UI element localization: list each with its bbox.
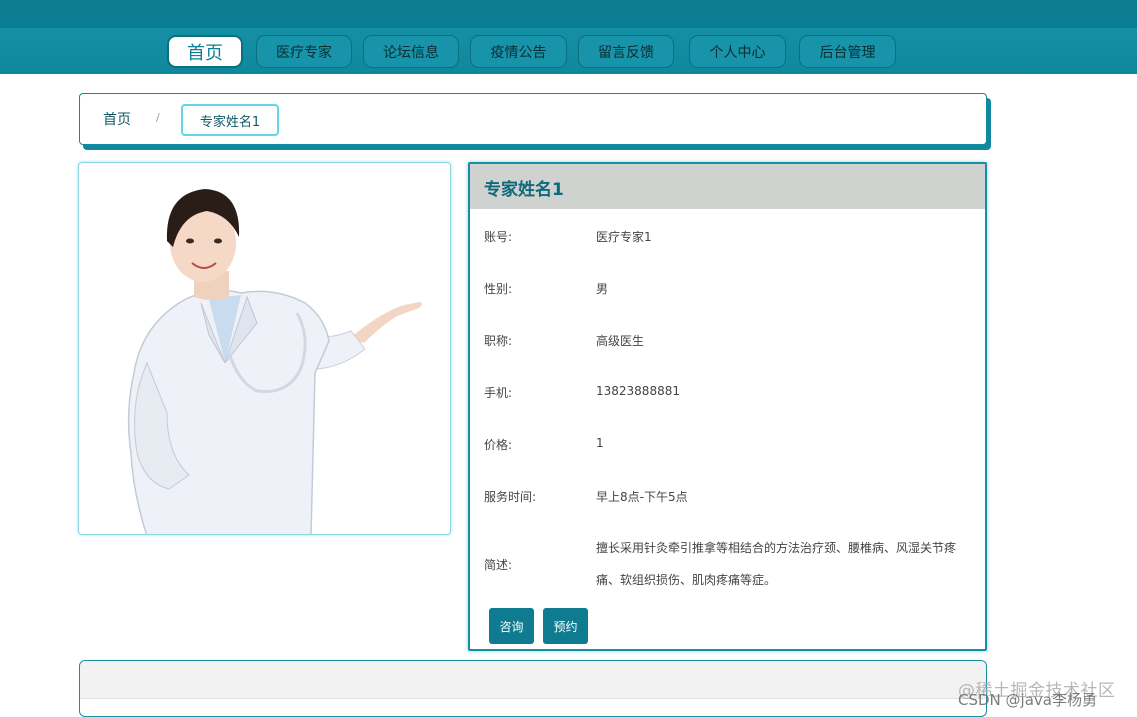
nav-admin[interactable]: 后台管理 [799, 35, 896, 68]
field-value-gender: 男 [596, 282, 609, 296]
breadcrumb-current: 专家姓名1 [181, 104, 279, 136]
nav-medical-experts[interactable]: 医疗专家 [256, 35, 352, 68]
field-value-description: 擅长采用针灸牵引推拿等相结合的方法治疗颈、腰椎病、风湿关节疼痛、软组织损伤、肌肉… [596, 541, 957, 587]
footer-inner [80, 661, 986, 699]
nav-home[interactable]: 首页 [167, 35, 243, 68]
book-button[interactable]: 预约 [543, 608, 588, 644]
field-value-phone: 13823888881 [596, 384, 680, 398]
doctor-illustration [127, 189, 422, 534]
expert-name-title: 专家姓名1 [484, 180, 564, 200]
detail-header: 专家姓名1 [470, 164, 985, 209]
footer [79, 660, 987, 717]
breadcrumb-separator: / [156, 111, 160, 124]
watermark-csdn: CSDN @java李杨勇 [958, 691, 1097, 709]
nav-personal-center[interactable]: 个人中心 [689, 35, 786, 68]
consult-button[interactable]: 咨询 [489, 608, 534, 644]
page: 首页 医疗专家 论坛信息 疫情公告 留言反馈 个人中心 后台管理 首页 / 专家… [0, 0, 1137, 717]
field-label-title: 职称: [484, 334, 513, 348]
top-strip [0, 0, 1137, 28]
expert-detail-card: 专家姓名1 账号: 医疗专家1 性别: 男 职称: 高级医生 手机: 13823… [468, 162, 987, 651]
field-label-description: 简述: [484, 558, 513, 572]
top-nav-bar: 首页 医疗专家 论坛信息 疫情公告 留言反馈 个人中心 后台管理 [0, 28, 1137, 74]
field-label-service-time: 服务时间: [484, 490, 537, 504]
expert-photo [78, 162, 451, 535]
field-label-account: 账号: [484, 230, 513, 244]
nav-feedback[interactable]: 留言反馈 [578, 35, 674, 68]
breadcrumb: 首页 / 专家姓名1 [79, 93, 987, 145]
nav-forum[interactable]: 论坛信息 [363, 35, 459, 68]
breadcrumb-home[interactable]: 首页 [103, 109, 131, 129]
field-label-phone: 手机: [484, 386, 513, 400]
field-label-gender: 性别: [484, 282, 513, 296]
field-value-price: 1 [596, 436, 604, 450]
field-value-service-time: 早上8点-下午5点 [596, 490, 688, 504]
nav-epidemic-notice[interactable]: 疫情公告 [470, 35, 567, 68]
field-value-title: 高级医生 [596, 334, 645, 348]
field-value-account: 医疗专家1 [596, 230, 652, 244]
field-label-price: 价格: [484, 438, 513, 452]
